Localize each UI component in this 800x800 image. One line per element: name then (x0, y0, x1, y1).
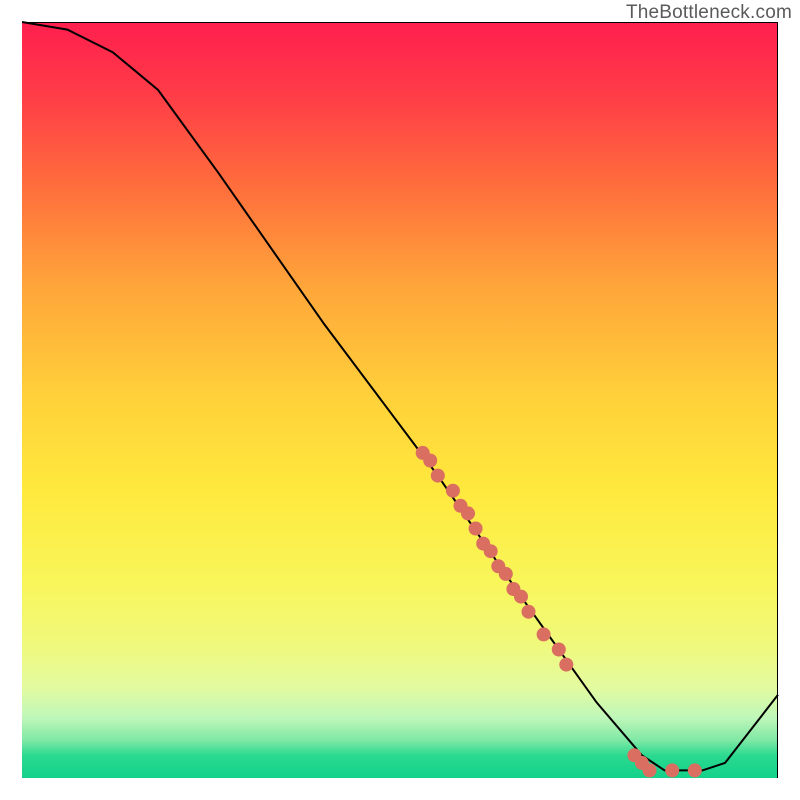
scatter-point (469, 522, 483, 536)
scatter-point (688, 763, 702, 777)
scatter-points-group (416, 446, 702, 778)
scatter-point (514, 590, 528, 604)
scatter-point (665, 763, 679, 777)
scatter-point (499, 567, 513, 581)
chart-overlay-svg (22, 22, 778, 778)
scatter-point (643, 763, 657, 777)
scatter-point (461, 506, 475, 520)
bottleneck-curve (22, 22, 778, 770)
watermark-label: TheBottleneck.com (626, 2, 792, 24)
scatter-point (446, 484, 460, 498)
scatter-point (522, 605, 536, 619)
scatter-point (552, 643, 566, 657)
scatter-point (559, 658, 573, 672)
scatter-point (484, 544, 498, 558)
scatter-point (423, 454, 437, 468)
scatter-point (431, 469, 445, 483)
scatter-point (537, 627, 551, 641)
bottleneck-chart: TheBottleneck.com (0, 0, 800, 800)
